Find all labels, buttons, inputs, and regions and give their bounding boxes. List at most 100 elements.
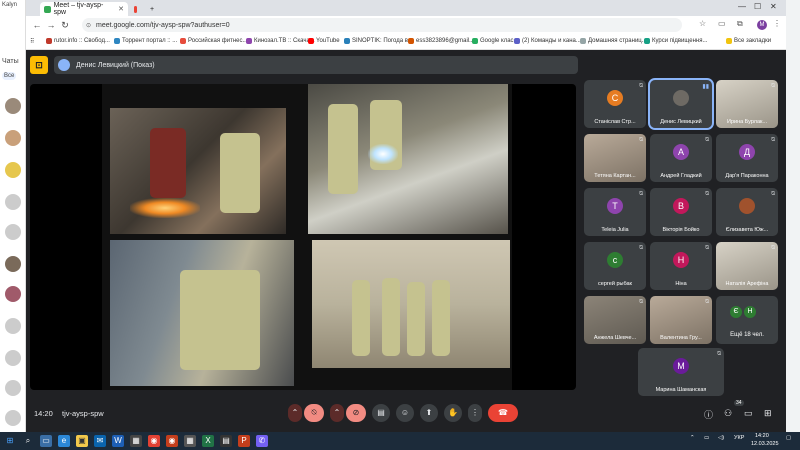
avatar[interactable]: [5, 380, 21, 396]
close-tab-icon[interactable]: ✕: [118, 5, 124, 13]
presentation-stage[interactable]: [30, 84, 576, 390]
profile-avatar[interactable]: M: [757, 20, 767, 30]
participant-tile[interactable]: ⍉ А Андрей Гладкий: [650, 134, 712, 182]
chats-filter-all[interactable]: Все: [2, 72, 17, 80]
tab-meet[interactable]: Meet – tjv-aysp-spw ✕: [40, 2, 128, 16]
avatar[interactable]: [5, 286, 21, 302]
avatar[interactable]: [5, 350, 21, 366]
chats-label[interactable]: Чаты: [2, 58, 19, 65]
bookmark-item[interactable]: YouTube: [308, 38, 340, 44]
more-options-button[interactable]: ⋮: [468, 404, 482, 422]
bookmark-item[interactable]: Курси підвищення...: [644, 38, 708, 44]
search-icon[interactable]: ⌕: [22, 435, 34, 447]
chrome-icon[interactable]: ◉: [148, 435, 160, 447]
camera-options-button[interactable]: ⌃: [330, 404, 344, 422]
activities-icon[interactable]: ⊞: [764, 408, 772, 419]
participant-tile[interactable]: ⍉ В Вікторія Бойко: [650, 188, 712, 236]
clock-time[interactable]: 14:20: [755, 433, 769, 439]
participant-tile[interactable]: ⍉ Анжела Шевче...: [584, 296, 646, 344]
bookmark-item[interactable]: Кинозал.ТВ :: Скача...: [246, 38, 315, 44]
bookmark-item[interactable]: Российская фитнес...: [180, 38, 247, 44]
chrome-icon[interactable]: ◉: [166, 435, 178, 447]
tray-arrow-icon[interactable]: ⌃: [690, 435, 695, 441]
people-icon[interactable]: ⚇: [724, 408, 732, 419]
participant-tile[interactable]: ⍉ М Марина Шаманская: [638, 348, 724, 396]
participant-tile[interactable]: ⍉ Д Дар'я Параконна: [716, 134, 778, 182]
activities-logo-icon[interactable]: ⊡: [30, 56, 48, 74]
calculator-icon[interactable]: ▦: [184, 435, 196, 447]
site-info-icon[interactable]: ⊙: [86, 22, 91, 29]
apps-icon[interactable]: ⠿: [30, 38, 34, 45]
folder-icon[interactable]: ▣: [76, 435, 88, 447]
mic-toggle-button[interactable]: ⍉: [304, 404, 324, 422]
forward-icon[interactable]: →: [44, 20, 58, 30]
avatar[interactable]: [5, 98, 21, 114]
notifications-icon[interactable]: ▢: [786, 435, 791, 441]
bookmark-item[interactable]: rutor.info :: Свобод...: [46, 38, 110, 44]
participant-tile[interactable]: ⍉ Тетяна Картан...: [584, 134, 646, 182]
avatar[interactable]: [5, 194, 21, 210]
participant-tile[interactable]: ⍉ с сергей рыбак: [584, 242, 646, 290]
bookmark-item[interactable]: Домашняя страниц...: [580, 38, 647, 44]
avatar[interactable]: [5, 410, 21, 426]
avatar[interactable]: [5, 162, 21, 178]
volume-icon[interactable]: ◁): [718, 435, 724, 441]
present-button[interactable]: ⬆: [420, 404, 438, 422]
bookmark-item[interactable]: (2) Команды и кана...: [514, 38, 581, 44]
participant-tile[interactable]: ⍉ Н Ніна: [650, 242, 712, 290]
cast-icon[interactable]: ▭: [718, 19, 726, 28]
participant-tile[interactable]: ▮▮ Денис Левицкий: [648, 78, 714, 130]
back-icon[interactable]: ←: [30, 20, 44, 30]
participant-tile[interactable]: ⍉ Єлизавета Юж...: [716, 188, 778, 236]
mail-icon[interactable]: ✉: [94, 435, 106, 447]
participant-tile[interactable]: ⍉ С Станіслав Стр...: [584, 80, 646, 128]
participant-tile[interactable]: ⍉ T Teleia Julia: [584, 188, 646, 236]
info-icon[interactable]: ⓘ: [704, 408, 713, 421]
app-icon[interactable]: ▦: [130, 435, 142, 447]
viber-icon[interactable]: ✆: [256, 435, 268, 447]
avatar[interactable]: [5, 130, 21, 146]
edge-icon[interactable]: e: [58, 435, 70, 447]
task-view-icon[interactable]: ▭: [40, 435, 52, 447]
more-participants-tile[interactable]: Є Н Ещё 18 чел.: [716, 296, 778, 344]
new-tab-button[interactable]: +: [146, 2, 158, 16]
word-icon[interactable]: W: [112, 435, 124, 447]
bookmark-item[interactable]: SINOPTIK: Погода в...: [344, 38, 413, 44]
recording-tab-icon[interactable]: [130, 2, 144, 16]
powerpoint-icon[interactable]: P: [238, 435, 250, 447]
url-field[interactable]: ⊙ meet.google.com/tjv-aysp-spw?authuser=…: [82, 18, 682, 32]
bookmark-star-icon[interactable]: ☆: [699, 19, 706, 28]
bookmark-item[interactable]: ess3823896@gmail...: [408, 38, 474, 44]
emoji-button[interactable]: ☺: [396, 404, 414, 422]
participant-tile[interactable]: ⍉ Валентина Гру...: [650, 296, 712, 344]
minimize-icon[interactable]: —: [738, 2, 746, 11]
avatar[interactable]: [5, 256, 21, 272]
start-icon[interactable]: ⊞: [4, 435, 16, 447]
reload-icon[interactable]: ↻: [58, 20, 72, 31]
language-indicator[interactable]: УКР: [734, 435, 744, 441]
avatar[interactable]: [5, 224, 21, 240]
address-bar: ← → ↻ ⊙ meet.google.com/tjv-aysp-spw?aut…: [26, 16, 786, 34]
network-icon[interactable]: ▭: [704, 435, 709, 441]
app-icon[interactable]: ▤: [220, 435, 232, 447]
raise-hand-button[interactable]: ✋: [444, 404, 462, 422]
all-bookmarks[interactable]: Все закладки: [726, 38, 771, 44]
clock-date[interactable]: 12.03.2025: [751, 441, 779, 447]
excel-icon[interactable]: X: [202, 435, 214, 447]
bookmark-item[interactable]: Google клас: [472, 38, 514, 44]
maximize-icon[interactable]: ☐: [754, 2, 761, 11]
bookmark-item[interactable]: Торрент портал :: ...: [114, 38, 177, 44]
participant-tile[interactable]: ⍉ Ирина Бурлак...: [716, 80, 778, 128]
chat-icon[interactable]: ▭: [744, 408, 753, 419]
menu-icon[interactable]: ⋮: [773, 19, 781, 28]
leave-call-button[interactable]: ☎: [488, 404, 518, 422]
captions-button[interactable]: ▤: [372, 404, 390, 422]
meeting-code[interactable]: tjv-aysp-spw: [62, 409, 104, 418]
extensions-icon[interactable]: ⧉: [737, 19, 743, 29]
close-icon[interactable]: ✕: [770, 2, 777, 11]
speaking-icon: ▮▮: [702, 84, 709, 90]
avatar[interactable]: [5, 318, 21, 334]
participant-tile[interactable]: ⍉ Наталія Арефіна: [716, 242, 778, 290]
camera-toggle-button[interactable]: ⊘: [346, 404, 366, 422]
mic-options-button[interactable]: ⌃: [288, 404, 302, 422]
